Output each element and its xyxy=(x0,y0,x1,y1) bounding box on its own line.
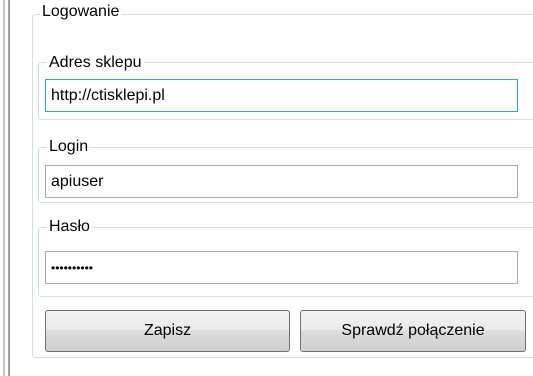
login-label: Login xyxy=(47,138,91,156)
login-group-title: Logowanie xyxy=(40,3,122,21)
shop-address-input[interactable] xyxy=(45,79,518,112)
splitter-line xyxy=(3,0,5,376)
password-label: Hasło xyxy=(47,218,92,236)
panel-splitter[interactable] xyxy=(0,0,14,376)
password-input[interactable] xyxy=(45,251,518,284)
login-settings-panel: Logowanie Adres sklepu Login Hasło Zapis… xyxy=(0,0,533,376)
save-button[interactable]: Zapisz xyxy=(45,310,290,352)
shop-address-label: Adres sklepu xyxy=(47,54,144,72)
login-input[interactable] xyxy=(45,165,518,198)
test-connection-button[interactable]: Sprawdź połączenie xyxy=(300,310,526,352)
splitter-line xyxy=(8,0,10,376)
